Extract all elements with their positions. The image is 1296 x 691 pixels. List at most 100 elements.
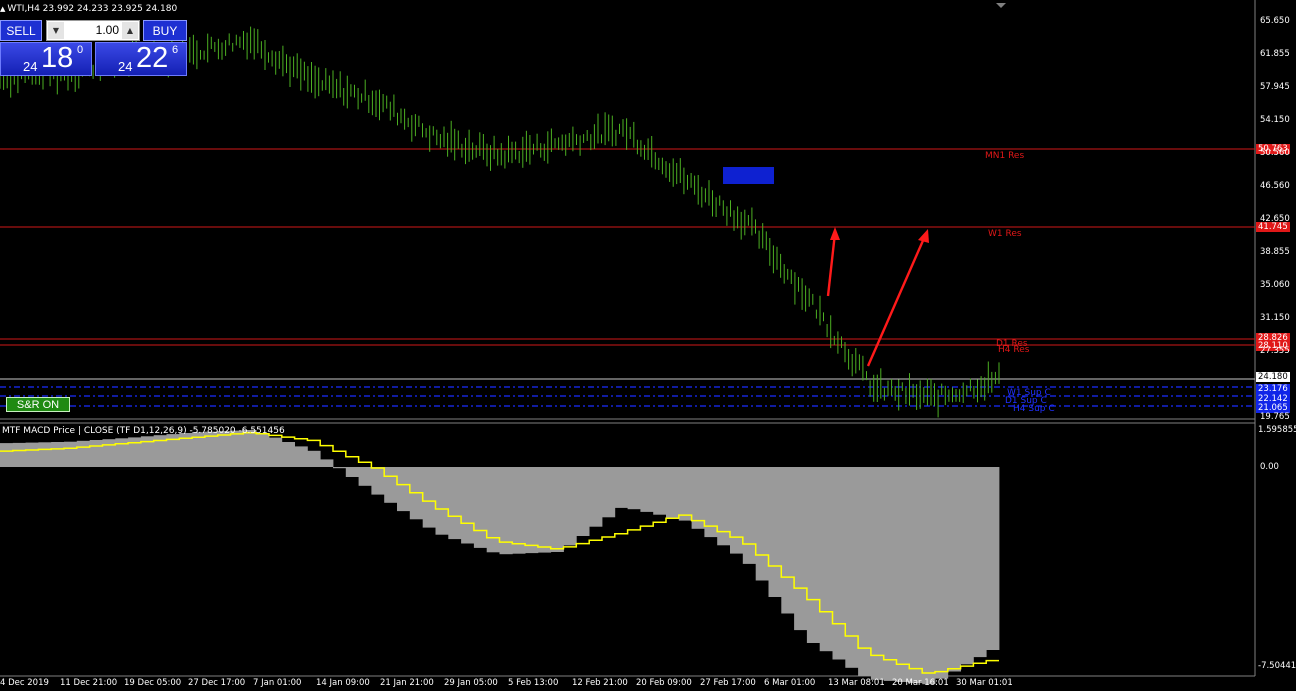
buy-button[interactable]: BUY (143, 20, 187, 41)
macd-histogram-bar (666, 467, 680, 518)
time-axis-label: 27 Feb 17:00 (700, 678, 756, 688)
macd-histogram-bar (256, 433, 270, 467)
macd-axis-label: 0.00 (1260, 462, 1279, 472)
macd-histogram-bar (448, 467, 462, 540)
macd-histogram-bar (0, 443, 14, 467)
price-axis-label: 35.060 (1260, 280, 1290, 290)
macd-histogram-bar (512, 467, 526, 554)
time-axis-label: 27 Dec 17:00 (188, 678, 246, 688)
macd-histogram-bar (730, 467, 744, 554)
time-axis-label: 20 Feb 09:00 (636, 678, 692, 688)
macd-histogram-bar (371, 467, 385, 495)
sell-price-button[interactable]: 24 18 0 (0, 42, 92, 76)
price-axis-label: 19.765 (1260, 412, 1290, 422)
macd-histogram-bar (294, 446, 308, 467)
lot-size-input[interactable]: 1.00 (67, 23, 119, 37)
macd-histogram-bar (230, 430, 244, 467)
price-axis-label: 65.650 (1260, 16, 1290, 26)
macd-histogram-bar (742, 467, 756, 564)
time-axis-label: 6 Mar 01:00 (764, 678, 816, 688)
chart-canvas[interactable] (0, 0, 1296, 691)
macd-histogram-bar (691, 467, 705, 529)
macd-histogram-bar (960, 467, 974, 665)
h4-sup-label: H4 Sup C (1013, 404, 1055, 414)
price-axis-label: 50.560 (1260, 148, 1290, 158)
symbol-info: ▲ WTI,H4 23.992 24.233 23.925 24.180 (0, 4, 177, 14)
macd-histogram-bar (781, 467, 795, 614)
macd-histogram-bar (486, 467, 500, 553)
price-axis-label: 46.560 (1260, 181, 1290, 191)
macd-histogram-bar (281, 442, 295, 467)
macd-histogram-bar (883, 467, 897, 681)
macd-histogram-bar (64, 441, 78, 467)
time-axis-label: 12 Feb 21:00 (572, 678, 628, 688)
time-axis-label: 4 Dec 2019 (0, 678, 49, 688)
sell-price-point: 0 (77, 44, 84, 56)
price-axis-label: 31.150 (1260, 313, 1290, 323)
price-axis-label: 38.855 (1260, 247, 1290, 257)
macd-histogram-bar (397, 467, 411, 512)
sell-button[interactable]: SELL (0, 20, 42, 41)
buy-price-button[interactable]: 24 22 6 (95, 42, 187, 76)
macd-histogram-bar (614, 467, 628, 508)
macd-histogram-bar (25, 442, 39, 467)
macd-histogram-bar (602, 467, 616, 518)
macd-histogram-bar (473, 467, 488, 548)
lot-size-field[interactable]: ▼ 1.00 ▲ (46, 20, 140, 41)
w1-res-label: W1 Res (988, 229, 1022, 239)
macd-histogram-bar (102, 439, 116, 467)
macd-histogram-bar (525, 467, 539, 554)
h4-res-label: H4 Res (998, 345, 1030, 355)
price-axis-label: 27.355 (1260, 346, 1290, 356)
macd-histogram-bar (768, 467, 782, 597)
macd-histogram-bar (51, 442, 65, 467)
macd-histogram-bar (461, 467, 475, 544)
macd-histogram-bar (794, 467, 808, 631)
macd-axis-label: -7.504418 (1258, 661, 1296, 671)
time-axis-label: 5 Feb 13:00 (508, 678, 559, 688)
symbol-info-text: WTI,H4 23.992 24.233 23.925 24.180 (7, 4, 178, 14)
time-axis-label: 7 Jan 01:00 (253, 678, 302, 688)
time-axis-label: 14 Jan 09:00 (316, 678, 370, 688)
macd-histogram-bar (717, 467, 731, 546)
macd-histogram-bar (973, 467, 987, 658)
macd-histogram-bar (627, 467, 641, 510)
macd-histogram-bar (435, 467, 449, 535)
macd-histogram-bar (38, 442, 52, 467)
up-arrow-1 (826, 227, 840, 297)
macd-histogram-bar (269, 437, 283, 467)
macd-histogram-bar (755, 467, 769, 581)
macd-histogram-bar (653, 467, 667, 515)
macd-histogram-bar (640, 467, 654, 512)
macd-histogram-bar (12, 442, 26, 467)
lot-decrease-icon[interactable]: ▼ (48, 22, 64, 39)
one-click-trading-panel: SELL ▼ 1.00 ▲ BUY 24 18 0 24 22 6 (0, 20, 187, 76)
macd-histogram-bar (358, 467, 372, 486)
macd-histogram-bar (819, 467, 833, 652)
sell-price-main: 18 (41, 42, 74, 74)
macd-histogram-bar (563, 467, 577, 546)
chart-shift-marker (996, 3, 1006, 8)
macd-histogram-bar (320, 459, 334, 467)
macd-histogram-bar (422, 467, 436, 528)
macd-histogram-bar (384, 467, 398, 503)
buy-price-point: 6 (172, 44, 179, 56)
macd-histogram-bar (115, 438, 129, 467)
macd-histogram-bar (845, 467, 859, 668)
time-axis-label: 19 Dec 05:00 (124, 678, 182, 688)
sr-toggle-button[interactable]: S&R ON (6, 397, 70, 412)
macd-histogram-bar (858, 467, 872, 676)
sell-price-prefix: 24 (23, 59, 38, 74)
macd-histogram-bar (89, 440, 103, 467)
indicator-title: MTF MACD Price | CLOSE (TF D1,12,26,9) -… (2, 426, 285, 436)
supply-zone-box (723, 167, 774, 184)
macd-histogram-bar (576, 467, 590, 536)
macd-histogram-bar (896, 467, 910, 682)
price-axis-label: 42.650 (1260, 214, 1290, 224)
macd-histogram-bar (678, 467, 692, 521)
macd-histogram-bar (870, 467, 885, 680)
macd-histogram-bar (922, 467, 936, 685)
lot-increase-icon[interactable]: ▲ (122, 22, 138, 39)
collapse-triangle-icon[interactable]: ▲ (0, 5, 5, 13)
time-axis-label: 11 Dec 21:00 (60, 678, 118, 688)
